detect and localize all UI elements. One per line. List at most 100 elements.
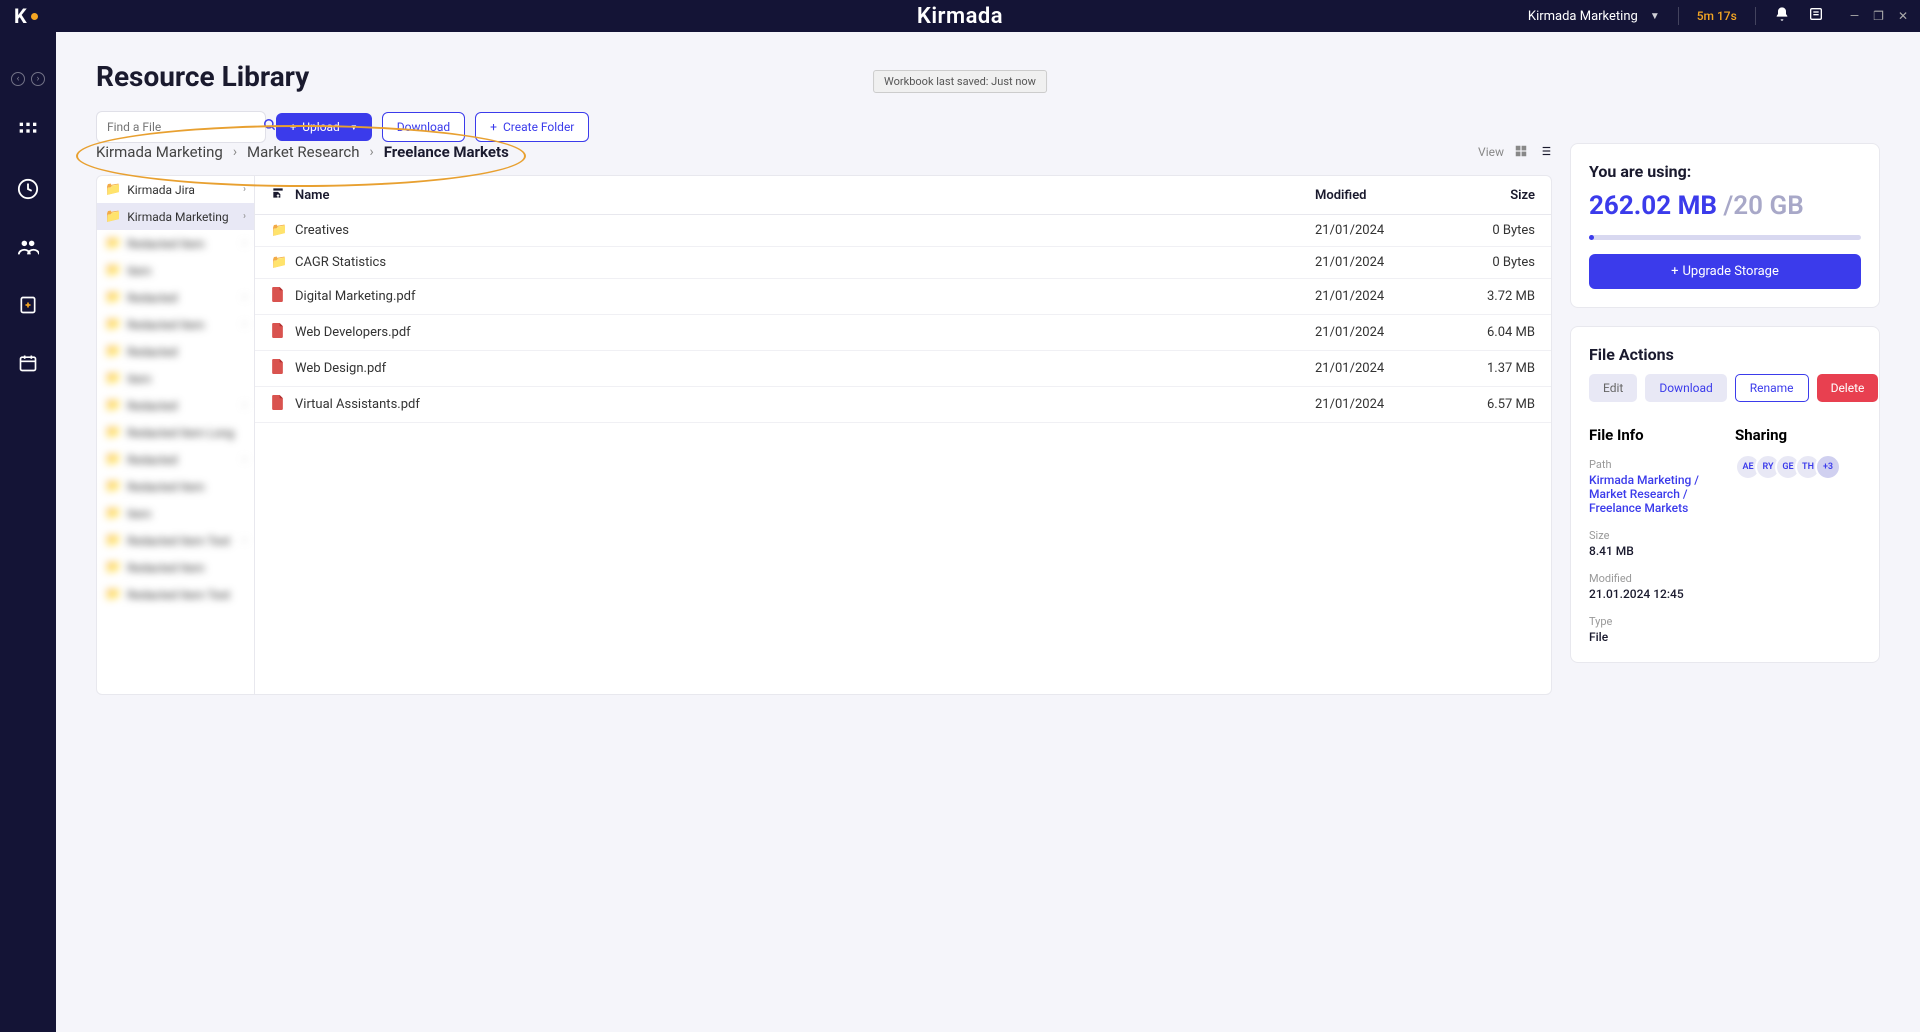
pdf-icon xyxy=(271,291,284,306)
pdf-icon xyxy=(271,399,284,414)
storage-title: You are using: xyxy=(1589,162,1861,181)
file-name: Virtual Assistants.pdf xyxy=(295,397,1315,412)
logo[interactable]: K xyxy=(0,4,38,28)
storage-bar xyxy=(1589,235,1861,240)
folder-tree[interactable]: 📁 Kirmada Jira › 📁 Kirmada Marketing › 📁… xyxy=(97,176,255,694)
breadcrumb-item[interactable]: Market Research xyxy=(247,143,360,161)
breadcrumb: Kirmada Marketing › Market Research › Fr… xyxy=(96,143,509,161)
col-size[interactable]: Size xyxy=(1455,188,1535,203)
tree-item-blurred: 📁Redacted› xyxy=(97,392,254,419)
people-icon[interactable] xyxy=(15,234,41,260)
folder-icon: 📁 xyxy=(105,182,121,197)
rename-button[interactable]: Rename xyxy=(1735,374,1809,402)
delete-button[interactable]: Delete xyxy=(1817,374,1879,402)
tree-item-blurred: 📁Item xyxy=(97,257,254,284)
file-size: 6.04 MB xyxy=(1455,325,1535,340)
apps-icon[interactable] xyxy=(15,118,41,144)
tree-item-blurred: 📁Redacted Item› xyxy=(97,311,254,338)
search-box[interactable] xyxy=(96,111,266,143)
modified-value: 21.01.2024 12:45 xyxy=(1589,587,1715,601)
tree-item-label: Kirmada Jira xyxy=(127,183,195,197)
save-status-badge: Workbook last saved: Just now xyxy=(873,70,1047,93)
toolbar: + Upload ▼ Download + Create Folder xyxy=(96,111,1880,143)
search-input[interactable] xyxy=(107,120,263,134)
table-row[interactable]: 📁 Creatives 21/01/2024 0 Bytes xyxy=(255,215,1551,247)
calendar-icon[interactable] xyxy=(15,350,41,376)
download-button[interactable]: Download xyxy=(382,112,465,142)
table-row[interactable]: Digital Marketing.pdf 21/01/2024 3.72 MB xyxy=(255,279,1551,315)
maximize-icon[interactable]: ❐ xyxy=(1873,9,1884,23)
upgrade-label: Upgrade Storage xyxy=(1683,264,1779,279)
storage-card: You are using: 262.02 MB /20 GB + Upgrad… xyxy=(1570,143,1880,308)
chevron-right-icon: › xyxy=(370,144,374,160)
tree-item-blurred: 📁Redacted› xyxy=(97,446,254,473)
upload-button[interactable]: + Upload ▼ xyxy=(276,113,372,141)
size-label: Size xyxy=(1589,529,1715,542)
tree-item-blurred: 📁Redacted› xyxy=(97,284,254,311)
chevron-right-icon: › xyxy=(243,211,246,222)
tree-item[interactable]: 📁 Kirmada Jira › xyxy=(97,176,254,203)
col-modified[interactable]: Modified xyxy=(1315,188,1455,203)
tree-item-blurred: 📁Redacted Item Text xyxy=(97,581,254,608)
path-value: Kirmada Marketing / Market Research / Fr… xyxy=(1589,473,1715,515)
col-name[interactable]: Name xyxy=(295,188,1315,203)
add-file-icon[interactable] xyxy=(15,292,41,318)
table-header: Name Modified Size xyxy=(255,176,1551,215)
tree-item-blurred: 📁Item xyxy=(97,500,254,527)
create-folder-label: Create Folder xyxy=(503,120,574,134)
workspace-selector[interactable]: Kirmada Marketing ▼ xyxy=(1528,9,1660,24)
folder-icon: 📁 xyxy=(105,209,121,224)
pdf-icon xyxy=(271,363,284,378)
plus-icon: + xyxy=(290,121,296,134)
file-modified: 21/01/2024 xyxy=(1315,223,1455,238)
file-info-title: File Info xyxy=(1589,426,1715,444)
nav-back-icon[interactable]: ‹ xyxy=(11,72,25,86)
table-row[interactable]: Web Design.pdf 21/01/2024 1.37 MB xyxy=(255,351,1551,387)
close-icon[interactable]: ✕ xyxy=(1898,9,1908,23)
download-action-button[interactable]: Download xyxy=(1645,374,1726,402)
upgrade-button[interactable]: + Upgrade Storage xyxy=(1589,254,1861,289)
tree-item-blurred: 📁Item xyxy=(97,365,254,392)
tree-item[interactable]: 📁 Kirmada Marketing › xyxy=(97,203,254,230)
breadcrumb-item[interactable]: Kirmada Marketing xyxy=(96,143,223,161)
file-size: 0 Bytes xyxy=(1455,223,1535,238)
file-size: 6.57 MB xyxy=(1455,397,1535,412)
minimize-icon[interactable]: — xyxy=(1850,9,1859,23)
search-icon[interactable] xyxy=(263,118,277,136)
up-level-icon[interactable] xyxy=(271,186,295,204)
file-name: Web Developers.pdf xyxy=(295,325,1315,340)
file-modified: 21/01/2024 xyxy=(1315,325,1455,340)
divider xyxy=(1678,7,1679,25)
storage-total: /20 GB xyxy=(1723,191,1803,221)
menu-icon[interactable] xyxy=(1808,6,1824,26)
file-name: Digital Marketing.pdf xyxy=(295,289,1315,304)
file-actions-card: File Actions Edit Download Rename Delete… xyxy=(1570,326,1880,663)
view-label: View xyxy=(1478,145,1504,159)
pdf-icon xyxy=(271,327,284,342)
sharing-avatars: AE RY GE TH +3 xyxy=(1735,454,1861,480)
storage-value: 262.02 MB /20 GB xyxy=(1589,191,1861,221)
edit-button[interactable]: Edit xyxy=(1589,374,1637,402)
grid-view-icon[interactable] xyxy=(1514,144,1528,161)
view-toggle: View xyxy=(1478,144,1552,161)
create-folder-button[interactable]: + Create Folder xyxy=(475,112,589,142)
tree-item-blurred: 📁Redacted Item xyxy=(97,554,254,581)
file-name: Web Design.pdf xyxy=(295,361,1315,376)
table-row[interactable]: 📁 CAGR Statistics 21/01/2024 0 Bytes xyxy=(255,247,1551,279)
table-row[interactable]: Web Developers.pdf 21/01/2024 6.04 MB xyxy=(255,315,1551,351)
tree-item-blurred: 📁Redacted Item Text› xyxy=(97,527,254,554)
clock-icon[interactable] xyxy=(15,176,41,202)
bell-icon[interactable] xyxy=(1774,6,1790,26)
chevron-right-icon: › xyxy=(233,144,237,160)
plus-icon: + xyxy=(490,120,497,134)
file-size: 0 Bytes xyxy=(1455,255,1535,270)
folder-icon: 📁 xyxy=(271,223,287,238)
brand-title: Kirmada xyxy=(917,4,1003,29)
table-row[interactable]: Virtual Assistants.pdf 21/01/2024 6.57 M… xyxy=(255,387,1551,423)
tree-item-blurred: 📁Redacted Item Long xyxy=(97,419,254,446)
file-modified: 21/01/2024 xyxy=(1315,397,1455,412)
nav-forward-icon[interactable]: › xyxy=(31,72,45,86)
avatar-more[interactable]: +3 xyxy=(1815,454,1841,480)
caret-down-icon: ▼ xyxy=(1650,11,1660,22)
list-view-icon[interactable] xyxy=(1538,144,1552,161)
